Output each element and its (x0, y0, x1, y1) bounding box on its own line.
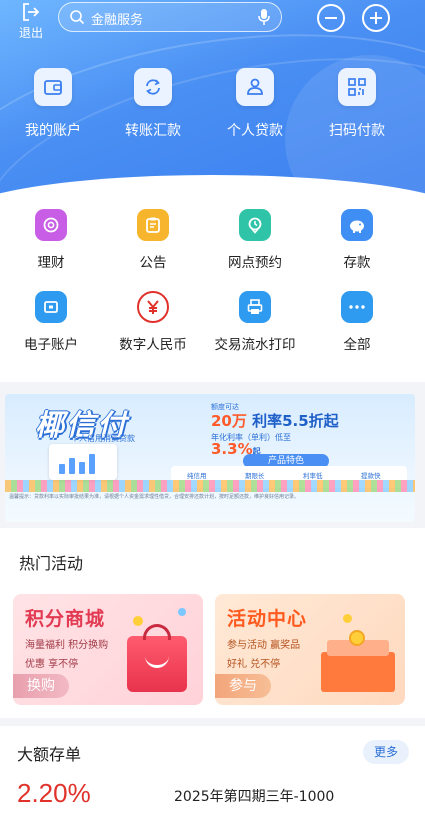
banner-feature: 纯信用 (187, 472, 207, 480)
service-deposit[interactable]: 存款 (304, 209, 410, 271)
e-account-icon (35, 291, 67, 323)
search-placeholder: 金融服务 (91, 13, 144, 28)
hot-activities-title: 热门活动 (19, 554, 84, 573)
participate-button[interactable]: 参与 (215, 674, 271, 698)
wallet-icon (34, 68, 72, 106)
loan-promo-banner[interactable]: 椰信付 个人信用消费贷款 额度可达 20万 利率5.5折起 年化利率（单利）低至… (5, 394, 415, 522)
shopping-bag-icon (127, 624, 187, 692)
quick-action-personal-loan[interactable]: 个人贷款 (202, 68, 308, 140)
logout-label: 退出 (18, 26, 43, 40)
quick-action-transfer[interactable]: 转账汇款 (100, 68, 206, 140)
more-button[interactable]: 更多 (363, 740, 409, 764)
service-wealth[interactable]: 理财 (0, 209, 104, 271)
quick-action-label: 扫码付款 (329, 123, 385, 139)
search-icon (70, 10, 85, 25)
logout-icon (23, 3, 40, 21)
banner-amount-line: 20万 利率5.5折起 (211, 410, 339, 431)
banner-flowers-decoration (5, 480, 415, 492)
service-label: 交易流水打印 (214, 337, 296, 353)
wealth-icon (35, 209, 67, 241)
quick-action-label: 转账汇款 (125, 123, 181, 139)
banner-rate-text: 利率5.5折起 (252, 412, 339, 430)
redeem-button[interactable]: 换购 (13, 674, 69, 698)
location-icon (239, 209, 271, 241)
service-digital-rmb[interactable]: 数字人民币 (100, 291, 206, 353)
quick-action-label: 我的账户 (25, 123, 81, 139)
quick-action-my-account[interactable]: 我的账户 (0, 68, 106, 140)
activity-center-card[interactable]: 活动中心 参与活动 赢奖品 好礼 兑不停 参与 (215, 594, 405, 705)
quick-action-scan-pay[interactable]: 扫码付款 (304, 68, 410, 140)
service-branch-booking[interactable]: 网点预约 (202, 209, 308, 271)
deposit-product-name[interactable]: 2025年第四期三年-1000 (174, 786, 334, 806)
search-input[interactable]: 金融服务 (58, 2, 282, 32)
banner-amount: 20万 (211, 412, 247, 430)
card-subtitle: 参与活动 赢奖品 (227, 640, 301, 651)
digital-rmb-icon (137, 291, 169, 323)
card-title: 积分商城 (25, 608, 106, 630)
transfer-icon (134, 68, 172, 106)
deposit-rate: 2.20% (17, 778, 91, 808)
service-label: 数字人民币 (119, 337, 187, 353)
more-dots-icon (341, 291, 373, 323)
service-label: 公告 (139, 255, 167, 271)
banner-chart-illustration (49, 444, 117, 480)
qr-scan-icon (338, 68, 376, 106)
decorative-dot (133, 616, 143, 626)
person-loan-icon (236, 68, 274, 106)
banner-subtitle: 个人信用消费贷款 (71, 434, 135, 443)
service-label: 全部 (343, 337, 371, 353)
banner-feature: 提款快 (361, 472, 381, 480)
top-bar: 退出 金融服务 (0, 0, 425, 44)
plus-icon[interactable] (362, 4, 390, 32)
minus-icon[interactable] (317, 4, 345, 32)
service-label: 电子账户 (24, 337, 78, 353)
card-subtitle: 海量福利 积分换购 (25, 640, 109, 651)
card-subtitle: 优惠 享不停 (25, 659, 79, 670)
card-subtitle: 好礼 兑不停 (227, 659, 281, 670)
microphone-icon[interactable] (257, 8, 271, 26)
notice-icon (137, 209, 169, 241)
banner-feature: 利率低 (303, 472, 323, 480)
service-e-account[interactable]: 电子账户 (0, 291, 104, 353)
gift-box-icon (321, 630, 395, 692)
banner-fine-print: 温馨提示：贷款利率以实际审批结果为准，请根据个人资金需求理性借贷，合理安排还款计… (9, 494, 300, 500)
decorative-dot (343, 614, 352, 623)
card-title: 活动中心 (227, 608, 308, 630)
service-notice[interactable]: 公告 (100, 209, 206, 271)
printer-icon (239, 291, 271, 323)
service-statement-print[interactable]: 交易流水打印 (202, 291, 308, 353)
service-all[interactable]: 全部 (304, 291, 410, 353)
decorative-dot (178, 608, 186, 616)
banner-feature: 期限长 (245, 472, 265, 480)
service-label: 理财 (37, 255, 65, 271)
points-mall-card[interactable]: 积分商城 海量福利 积分换购 优惠 享不停 换购 (13, 594, 203, 705)
service-label: 网点预约 (228, 255, 282, 271)
quick-action-label: 个人贷款 (227, 123, 283, 139)
banner-rate-box: 额度可达 20万 利率5.5折起 年化利率（单利）低至 3.3%起 (203, 402, 409, 458)
piggy-bank-icon (341, 209, 373, 241)
large-deposit-title: 大额存单 (17, 745, 82, 764)
logout-button[interactable]: 退出 (14, 2, 48, 41)
service-label: 存款 (343, 255, 371, 271)
